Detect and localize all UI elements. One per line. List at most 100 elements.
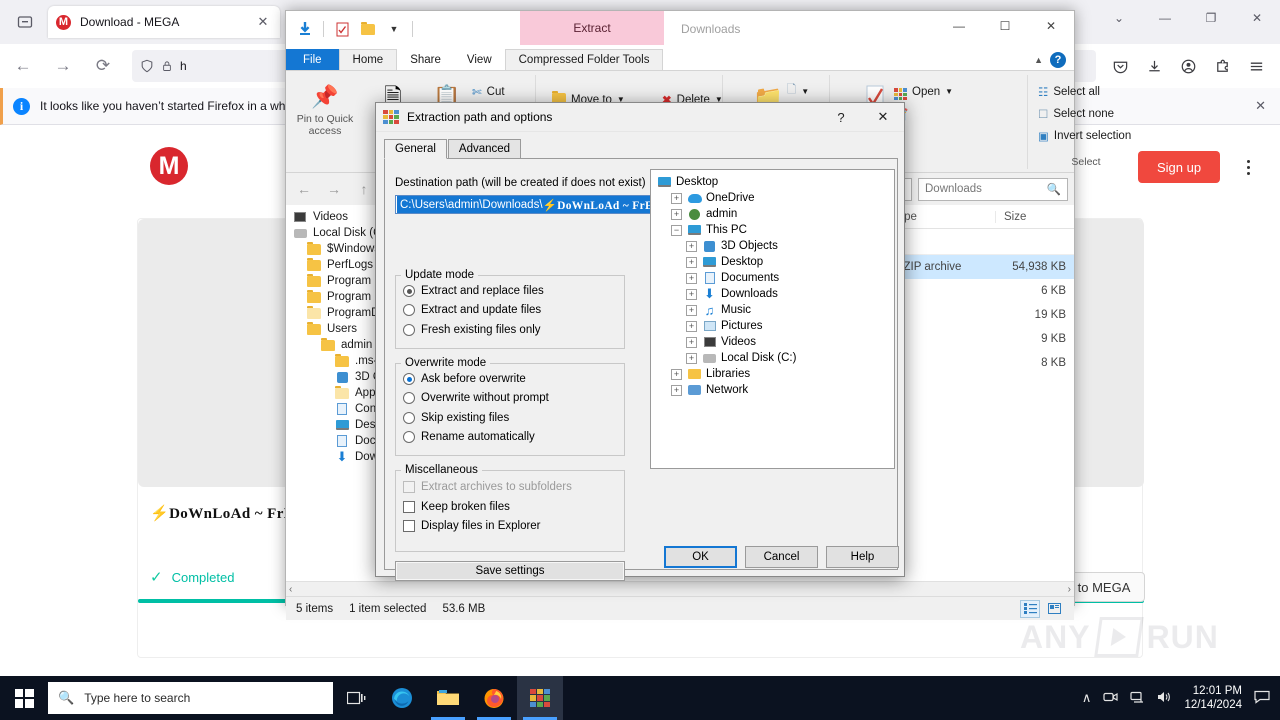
list-all-tabs-icon[interactable] [6,7,44,37]
clock[interactable]: 12:01 PM 12/14/2024 [1184,684,1242,712]
tree-item-downloads[interactable]: + ⬇ Downloads [656,286,894,302]
maximize-button[interactable]: ❐ [1188,0,1234,36]
up-button[interactable]: ↑ [352,177,376,201]
search-input[interactable]: Downloads 🔍 [918,177,1068,201]
new-item-button[interactable]: 🗋 ▼ [787,81,809,102]
select-all-button[interactable]: ☷ Select all [1038,81,1100,102]
option-ask-before-overwrite[interactable]: Ask before overwrite [403,373,526,385]
help-button[interactable]: Help [826,546,899,568]
cancel-button[interactable]: Cancel [745,546,818,568]
account-icon[interactable] [1172,51,1204,81]
file-explorer-icon[interactable] [425,676,471,720]
tree-item-libraries[interactable]: + Libraries [656,366,894,382]
tree-item-music[interactable]: + ♫ Music [656,302,894,318]
tree-item-desktop[interactable]: + Desktop [656,254,894,270]
browser-tab[interactable]: M Download - MEGA ✕ [48,6,280,38]
contextual-tab-extract[interactable]: Extract [520,11,664,45]
pin-to-quick-access-button[interactable]: 📌 Pin to Quick access [292,79,358,138]
firefox-icon[interactable] [471,676,517,720]
tree-expander-icon[interactable]: + [686,336,697,348]
close-button[interactable]: ✕ [862,103,904,131]
chevron-up-icon[interactable]: ▲ [1034,55,1043,65]
tab-advanced[interactable]: Advanced [447,139,522,159]
sign-up-button[interactable]: Sign up [1138,151,1220,183]
tree-expander-icon[interactable]: + [671,192,682,204]
tree-item-admin[interactable]: + admin [656,206,894,222]
column-size[interactable]: Size [996,211,1074,223]
option-extract-and-replace-files[interactable]: Extract and replace files [403,285,544,297]
back-button[interactable]: ← [6,50,40,82]
tab-home[interactable]: Home [338,49,398,70]
new-folder-icon[interactable] [357,18,379,40]
option-overwrite-without-prompt[interactable]: Overwrite without prompt [403,392,549,404]
edge-icon[interactable] [379,676,425,720]
tree-expander-icon[interactable]: + [686,304,697,316]
tree-item-pictures[interactable]: + Pictures [656,318,894,334]
chevron-down-icon[interactable]: ⌄ [1096,0,1142,36]
close-button[interactable]: ✕ [1234,0,1280,36]
option-rename-automatically[interactable]: Rename automatically [403,431,535,443]
download-arrow-icon[interactable] [294,18,316,40]
notification-icon[interactable] [1254,690,1270,707]
tab-general[interactable]: General [384,139,447,159]
winrar-icon[interactable] [517,676,563,720]
tree-item-network[interactable]: + Network [656,382,894,398]
volume-icon[interactable] [1157,690,1172,707]
tree-expander-icon[interactable]: + [686,240,697,252]
customize-chevron-icon[interactable]: ▼ [383,18,405,40]
ok-button[interactable]: OK [664,546,737,568]
forward-button[interactable]: → [46,50,80,82]
start-button[interactable] [0,676,48,720]
tree-item-videos[interactable]: + Videos [656,334,894,350]
tree-item-this-pc[interactable]: − This PC [656,222,894,238]
tree-expander-icon[interactable]: + [686,352,697,364]
minimize-button[interactable]: — [936,11,982,41]
option-skip-existing-files[interactable]: Skip existing files [403,412,509,424]
select-none-button[interactable]: ☐ Select none [1038,103,1114,124]
back-button[interactable]: ← [292,177,316,201]
reload-button[interactable]: ⟳ [86,50,120,82]
folder-tree[interactable]: Desktop + OneDrive + admin − This PC +3D Object… [650,169,895,469]
tree-expander-icon[interactable]: + [671,368,682,380]
menu-icon[interactable] [1240,51,1272,81]
tree-item-local-disk-c[interactable]: + Local Disk (C:) [656,350,894,366]
option-display-files-in-explorer[interactable]: Display files in Explorer [403,520,541,532]
chevron-down-icon[interactable]: ▼ [801,87,809,96]
cut-button[interactable]: ✄ Cut [472,81,505,102]
open-button[interactable]: Open ▼ [894,81,953,102]
tree-expander-icon[interactable]: + [686,256,697,268]
tree-expander-icon[interactable]: + [686,288,697,300]
scroll-left-icon[interactable]: ‹ [289,584,292,595]
option-keep-broken-files[interactable]: Keep broken files [403,501,510,513]
tree-expander-icon[interactable]: + [671,208,682,220]
chevron-down-icon[interactable]: ▼ [945,87,953,96]
properties-icon[interactable] [331,18,353,40]
tree-item-onedrive[interactable]: + OneDrive [656,190,894,206]
tab-share[interactable]: Share [397,49,454,70]
tree-expander-icon[interactable]: + [686,320,697,332]
download-to-mega-button[interactable]: to MEGA [1063,572,1145,602]
save-settings-button[interactable]: Save settings [395,561,625,581]
invert-selection-button[interactable]: ▣ Invert selection [1038,125,1131,146]
tree-expander-icon[interactable]: − [671,224,682,236]
option-fresh-existing-files-only[interactable]: Fresh existing files only [403,324,541,336]
tab-view[interactable]: View [454,49,505,70]
downloads-icon[interactable] [1138,51,1170,81]
scroll-right-icon[interactable]: › [1068,584,1071,595]
large-icons-view-icon[interactable] [1044,600,1064,618]
help-button[interactable]: ? [820,103,862,131]
tab-compressed-folder-tools[interactable]: Compressed Folder Tools [504,49,664,70]
network-icon[interactable] [1130,690,1145,707]
help-icon[interactable]: ? [1050,51,1066,68]
tab-file[interactable]: File [286,49,339,70]
tree-item-3d-objects[interactable]: +3D Objects [656,238,894,254]
camera-icon[interactable] [1103,690,1119,707]
task-view-icon[interactable] [333,676,379,720]
more-options-icon[interactable] [1240,153,1256,181]
show-hidden-icons-chevron[interactable]: ∧ [1082,690,1092,706]
close-icon[interactable]: ✕ [1255,98,1266,114]
close-icon[interactable]: ✕ [254,13,272,31]
maximize-button[interactable]: ☐ [982,11,1028,41]
tree-item-documents[interactable]: + Documents [656,270,894,286]
tree-expander-icon[interactable]: + [686,272,697,284]
